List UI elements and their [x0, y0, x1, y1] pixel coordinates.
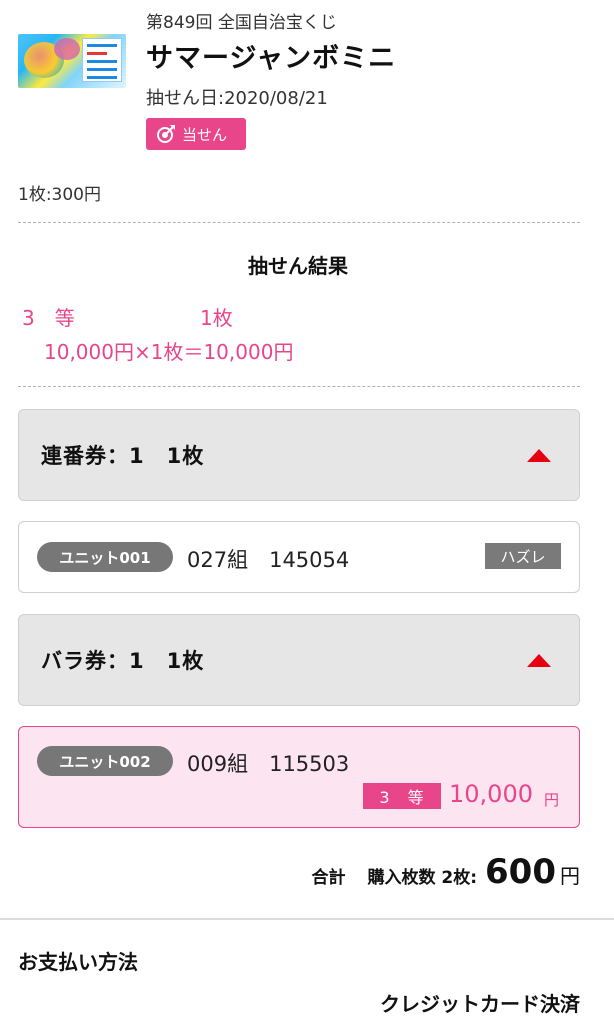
unit-price: 1枚:300円	[18, 185, 101, 205]
section-label: 連番券：1 1枚	[41, 444, 205, 468]
target-icon	[157, 125, 175, 143]
ticket-row-win: ユニット002 009組 115503 3 等 10,000 円	[18, 726, 580, 828]
ticket-row: ユニット001 027組 145054 ハズレ	[18, 521, 580, 593]
ticket-number: 027組 145054	[187, 548, 350, 572]
unit-pill: ユニット002	[37, 746, 173, 776]
lottery-ticket-image	[18, 34, 126, 88]
ticket-number: 009組 115503	[187, 752, 350, 776]
lottery-name: サマージャンボミニ	[146, 43, 397, 74]
section-header-bara[interactable]: バラ券：1 1枚	[18, 614, 580, 706]
unit-pill: ユニット001	[37, 542, 173, 572]
divider	[18, 222, 580, 223]
divider	[18, 386, 580, 387]
section-label: バラ券：1 1枚	[41, 649, 205, 673]
result-rank: 3 等	[22, 306, 75, 330]
draw-date: 抽せん日:2020/08/21	[146, 88, 328, 109]
prize-unit: 円	[544, 791, 560, 809]
total-count-label: 購入枚数 2枚:	[367, 868, 478, 888]
win-rank-badge: 3 等	[363, 783, 441, 809]
section-header-renban[interactable]: 連番券：1 1枚	[18, 409, 580, 501]
payment-method: クレジットカード決済	[380, 992, 580, 1016]
total-label: 合計	[311, 868, 346, 888]
win-status-badge: 当せん	[146, 118, 246, 150]
payment-title: お支払い方法	[18, 950, 138, 974]
result-count: 1枚	[200, 306, 233, 330]
lose-badge: ハズレ	[485, 543, 561, 569]
win-status-label: 当せん	[182, 125, 228, 144]
collapse-triangle-icon[interactable]	[527, 448, 551, 462]
collapse-triangle-icon[interactable]	[527, 653, 551, 667]
total-amount: 600	[485, 852, 556, 892]
lottery-number: 第849回 全国自治宝くじ	[146, 13, 337, 33]
total-summary: 合計 購入枚数 2枚: 600 円	[311, 852, 580, 892]
result-title: 抽せん結果	[248, 254, 348, 278]
section-separator	[0, 918, 614, 920]
result-calculation: 10,000円×1枚＝10,000円	[44, 340, 294, 364]
result-summary: 3 等 1枚	[22, 302, 233, 331]
total-unit: 円	[560, 864, 580, 888]
prize-amount: 10,000	[449, 780, 533, 808]
